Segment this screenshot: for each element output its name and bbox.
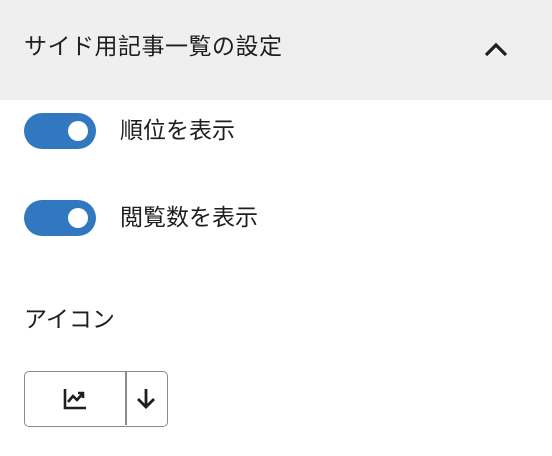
icon-setting-label: アイコン [24,307,115,333]
chevron-up-icon[interactable] [482,38,510,62]
icon-picker [24,371,168,427]
toggle-knob [68,121,88,141]
panel-header[interactable]: サイド用記事一覧の設定 [0,0,552,100]
show-rank-toggle[interactable] [24,113,96,149]
arrow-down-icon [137,389,155,409]
selected-icon-button[interactable] [25,372,125,425]
show-views-toggle[interactable] [24,200,96,236]
toggle-knob [68,208,88,228]
show-rank-label: 順位を表示 [120,118,235,144]
panel-title: サイド用記事一覧の設定 [24,34,283,60]
show-views-label: 閲覧数を表示 [120,205,258,231]
toggle-row-show-rank: 順位を表示 [24,111,524,151]
trending-up-chart-icon [63,389,86,410]
icon-dropdown-button[interactable] [127,372,166,425]
toggle-row-show-views: 閲覧数を表示 [24,198,524,238]
